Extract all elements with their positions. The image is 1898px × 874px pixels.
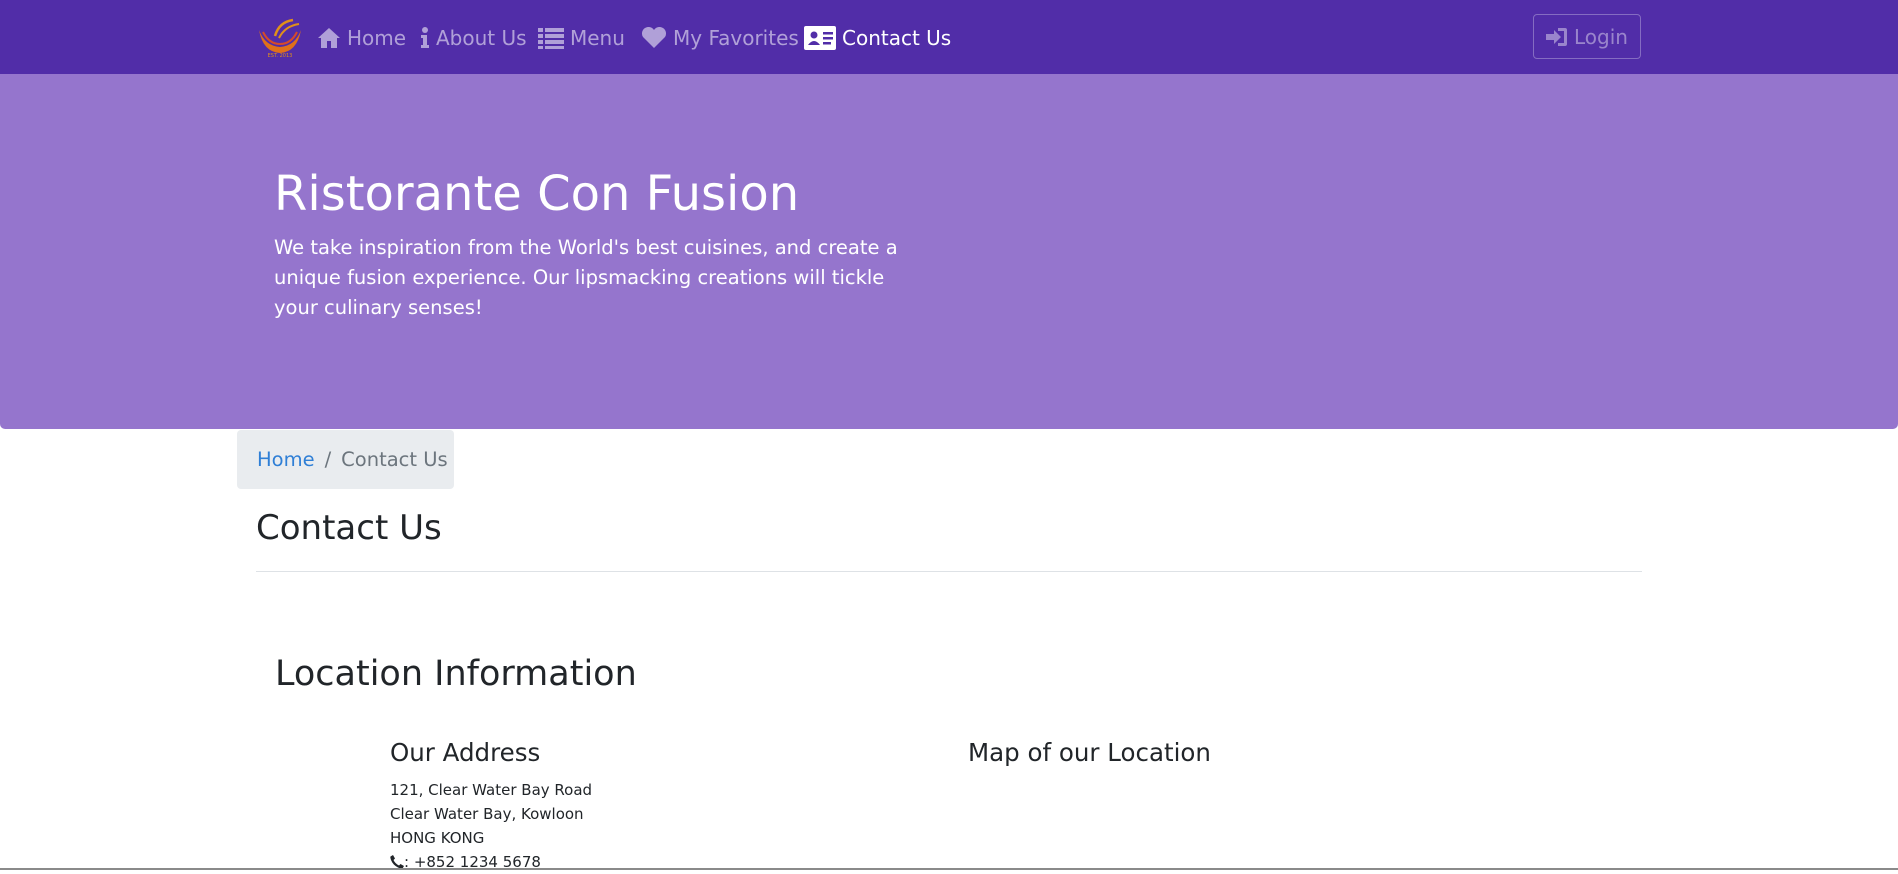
- sign-in-icon: [1546, 27, 1568, 46]
- nav-item-about[interactable]: About Us: [420, 0, 527, 76]
- address-line: HONG KONG: [390, 829, 485, 847]
- jumbotron: Ristorante Con Fusion We take inspiratio…: [0, 74, 1898, 429]
- phone-line: : +852 1234 5678: [390, 850, 592, 874]
- hero-text: We take inspiration from the World's bes…: [274, 236, 898, 319]
- breadcrumb-current: Contact Us: [341, 448, 448, 471]
- nav-item-favorites[interactable]: My Favorites: [641, 0, 799, 76]
- login-button[interactable]: Login: [1533, 14, 1641, 59]
- phone-icon: [390, 855, 404, 869]
- address-card-icon: [804, 26, 836, 50]
- address-heading: Our Address: [390, 738, 541, 767]
- address-line: Clear Water Bay, Kowloon: [390, 805, 584, 823]
- breadcrumb: Home / Contact Us: [237, 430, 454, 489]
- svg-text:EST. 2013: EST. 2013: [268, 53, 293, 58]
- divider: [256, 571, 1642, 572]
- location-title: Location Information: [275, 654, 637, 694]
- nav-item-menu[interactable]: Menu: [538, 0, 625, 76]
- nav-label-about: About Us: [436, 26, 527, 50]
- heart-icon: [641, 27, 667, 48]
- map-heading: Map of our Location: [968, 738, 1211, 767]
- address-line: 121, Clear Water Bay Road: [390, 781, 593, 799]
- restaurant-logo[interactable]: EST. 2013: [255, 18, 305, 58]
- page-title: Contact Us: [256, 508, 442, 548]
- address-block: 121, Clear Water Bay Road Clear Water Ba…: [390, 778, 592, 874]
- nav-item-contact[interactable]: Contact Us: [804, 0, 951, 76]
- home-icon: [318, 28, 340, 48]
- nav-label-menu: Menu: [570, 26, 625, 50]
- hero-title: Ristorante Con Fusion: [274, 166, 800, 222]
- nav-label-favorites: My Favorites: [673, 26, 799, 50]
- breadcrumb-home-link[interactable]: Home: [257, 448, 315, 471]
- info-icon: [421, 27, 429, 48]
- list-icon: [538, 28, 564, 49]
- login-label: Login: [1574, 24, 1628, 49]
- nav-label-contact: Contact Us: [842, 26, 952, 50]
- nav-item-home[interactable]: Home: [317, 0, 406, 76]
- navbar: EST. 2013 Home About Us Menu My Favorite…: [0, 0, 1898, 74]
- nav-label-home: Home: [347, 26, 407, 50]
- breadcrumb-separator: /: [324, 448, 332, 471]
